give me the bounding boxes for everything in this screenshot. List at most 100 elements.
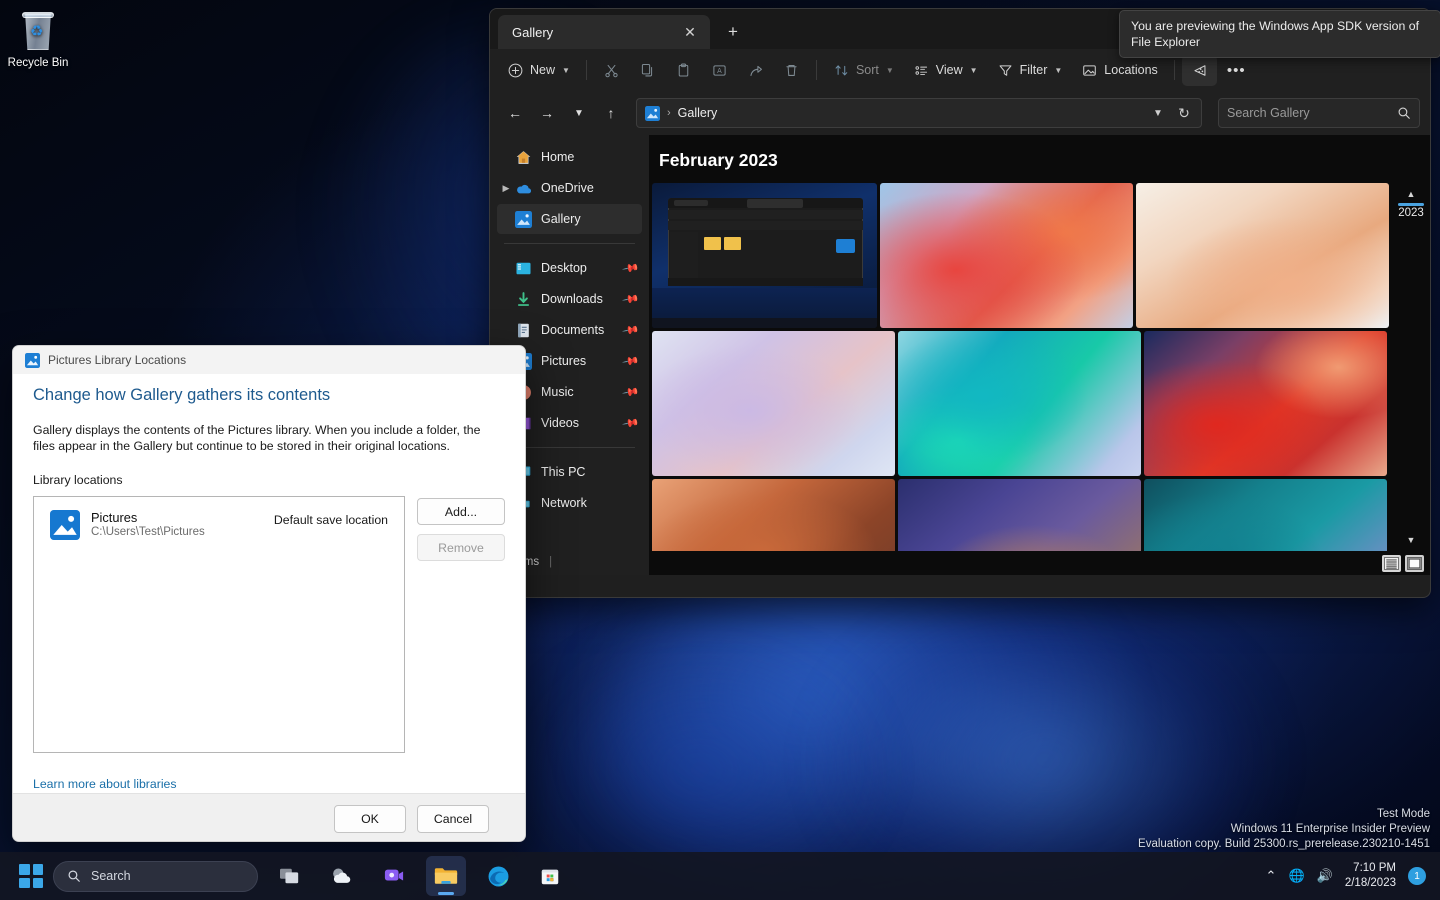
gallery-thumbnail-abstract-indigo-wave[interactable] [898,479,1141,551]
year-marker-bar [1398,203,1424,206]
start-icon-tile [19,878,30,889]
cut-button[interactable] [594,55,629,86]
gallery-thumbnail-screenshot-file-explorer[interactable] [652,183,877,328]
notification-badge[interactable]: 1 [1408,867,1426,885]
taskbar-app-chat[interactable] [374,856,414,896]
gallery-grid[interactable] [652,183,1391,551]
rename-button[interactable]: A [702,55,737,86]
sort-button-label: Sort [856,63,879,77]
pin-icon[interactable]: 📌 [622,383,641,402]
preview-pane-button[interactable] [1405,555,1424,572]
pictures-library-locations-dialog[interactable]: Pictures Library Locations Change how Ga… [12,345,526,842]
share-button[interactable] [738,55,773,86]
taskbar-app-weather[interactable] [322,856,362,896]
gallery-thumbnail-abstract-peach-dune[interactable] [1136,183,1389,328]
search-box[interactable] [1218,98,1420,128]
folder-icon [433,865,459,887]
sidebar-item-gallery[interactable]: Gallery [497,204,642,234]
recent-locations-button[interactable]: ▼ [564,98,594,128]
up-button[interactable]: ↑ [596,98,626,128]
volume-icon[interactable]: 🔊 [1317,868,1333,884]
sidebar-item-home[interactable]: Home [497,142,642,172]
remove-button[interactable]: Remove [417,534,505,561]
list-item[interactable]: Pictures C:\Users\Test\Pictures Default … [44,506,394,544]
gallery-thumbnail-abstract-copper-dune[interactable] [652,479,895,551]
start-icon-tile [33,878,44,889]
new-button[interactable]: New ▼ [498,55,579,86]
start-button[interactable] [17,862,45,890]
watermark-line-1: Test Mode [1138,807,1430,822]
add-button[interactable]: Add... [417,498,505,525]
gallery-thumbnail-abstract-red-orange-wave[interactable] [880,183,1133,328]
gallery-thumbnail-abstract-crimson-flow[interactable] [1144,331,1387,476]
sort-button[interactable]: Sort ▼ [824,55,903,86]
taskbar-app-edge[interactable] [478,856,518,896]
location-path: C:\Users\Test\Pictures [91,526,205,538]
view-button-label: View [936,63,963,77]
network-icon[interactable]: 🌐 [1288,868,1304,884]
details-view-button[interactable] [1382,555,1401,572]
chevron-down-icon[interactable]: ▼ [1145,100,1171,126]
gallery-content[interactable]: February 2023 [649,135,1430,575]
gallery-thumbnail-abstract-lavender-silk[interactable] [652,331,895,476]
taskbar-app-task-view[interactable] [270,856,310,896]
sidebar-item-downloads[interactable]: Downloads 📌 [497,284,642,314]
ok-button[interactable]: OK [334,805,406,833]
pin-icon[interactable]: 📌 [622,321,641,340]
new-tab-button[interactable]: + [718,17,748,47]
learn-more-link[interactable]: Learn more about libraries [33,777,505,791]
pin-icon[interactable]: 📌 [622,259,641,278]
back-button[interactable]: ← [500,98,530,128]
gallery-thumbnail-abstract-teal-ribbon[interactable] [898,331,1141,476]
pictures-icon [25,353,40,368]
default-save-location-tag: Default save location [274,510,388,527]
refresh-icon[interactable]: ↻ [1171,100,1197,126]
close-icon[interactable]: ✕ [678,20,702,44]
more-options-button[interactable]: ••• [1218,55,1255,86]
dialog-heading: Change how Gallery gathers its contents [33,386,505,405]
sidebar-item-label: Pictures [541,354,624,368]
search-input[interactable] [1227,106,1397,120]
sidebar-item-documents[interactable]: Documents 📌 [497,315,642,345]
toolbar-divider [816,60,817,80]
clock[interactable]: 7:10 PM 2/18/2023 [1345,861,1396,891]
file-explorer-window[interactable]: Gallery ✕ + New ▼ [489,8,1431,598]
sidebar-item-desktop[interactable]: Desktop 📌 [497,253,642,283]
pin-icon[interactable]: 📌 [622,290,641,309]
view-list-icon [913,62,930,79]
tab-gallery[interactable]: Gallery ✕ [498,15,710,49]
library-locations-list[interactable]: Pictures C:\Users\Test\Pictures Default … [33,496,405,753]
scroll-up-icon[interactable]: ▲ [1407,189,1416,199]
taskbar-app-file-explorer[interactable] [426,856,466,896]
sidebar-item-onedrive[interactable]: ▶ OneDrive [497,173,642,203]
weather-icon [330,865,354,887]
taskbar-search[interactable]: Search [53,861,258,892]
pin-icon[interactable]: 📌 [622,352,641,371]
desktop[interactable]: ♻ Recycle Bin Test Mode Windows 11 Enter… [0,0,1440,900]
paste-button[interactable] [666,55,701,86]
view-button[interactable]: View ▼ [904,55,987,86]
forward-button[interactable]: → [532,98,562,128]
chevron-right-icon[interactable]: ▶ [497,183,515,194]
delete-button[interactable] [774,55,809,86]
gallery-settings-button[interactable] [1182,55,1217,86]
locations-button[interactable]: Locations [1072,55,1167,86]
taskbar-app-store[interactable] [530,856,570,896]
cancel-button[interactable]: Cancel [417,805,489,833]
pin-icon[interactable]: 📌 [622,414,641,433]
gallery-year-scrollbar[interactable]: ▲ 2023 ▼ [1392,183,1430,551]
breadcrumb-separator: › [667,107,671,119]
desktop-icon [515,260,532,277]
dialog-description: Gallery displays the contents of the Pic… [33,422,505,454]
scroll-down-icon[interactable]: ▼ [1407,535,1416,545]
filter-button[interactable]: Filter ▼ [988,55,1072,86]
year-marker-label: 2023 [1398,207,1424,219]
address-bar[interactable]: › Gallery ▼ ↻ [636,98,1202,128]
desktop-icon-recycle-bin[interactable]: ♻ Recycle Bin [6,8,70,69]
tray-overflow-icon[interactable]: ⌃ [1266,868,1277,884]
copy-button[interactable] [630,55,665,86]
gallery-thumbnail-abstract-teal-blue-wave[interactable] [1144,479,1387,551]
taskbar-left: Search [0,856,570,896]
gallery-icon [515,211,532,228]
breadcrumb-gallery[interactable]: Gallery [678,106,1145,120]
